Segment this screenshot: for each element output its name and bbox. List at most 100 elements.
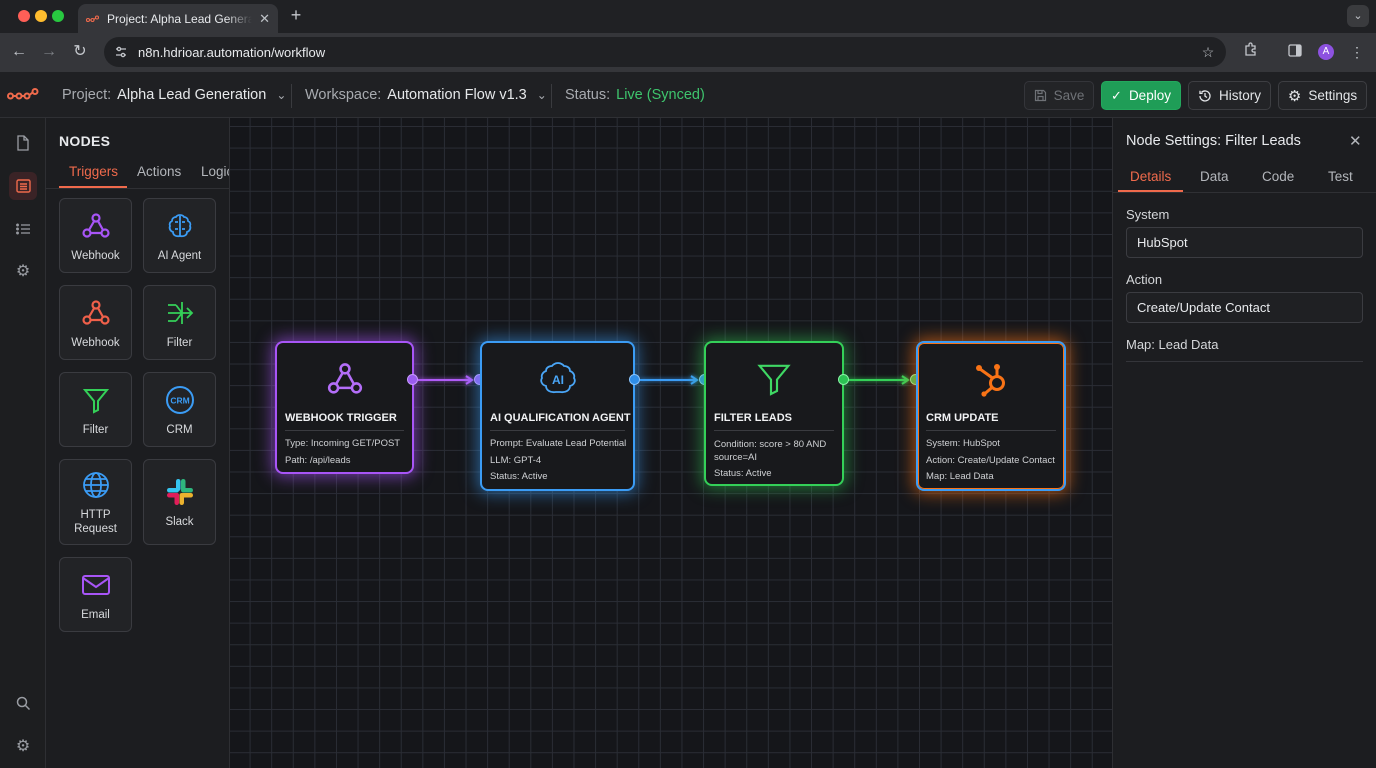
- browser-tab-bar: Project: Alpha Lead Generation ✕ + ⌄: [0, 0, 1376, 33]
- deploy-button-label: Deploy: [1128, 88, 1171, 103]
- workflow-canvas[interactable]: WEBHOOK TRIGGER Type: Incoming GET/POST …: [230, 118, 1112, 768]
- slack-icon: [166, 479, 193, 505]
- save-button[interactable]: Save: [1024, 81, 1094, 110]
- close-tab-icon[interactable]: ✕: [259, 11, 270, 27]
- new-tab-button[interactable]: +: [286, 6, 306, 26]
- browser-menu-icon[interactable]: ⋮: [1347, 42, 1367, 62]
- address-bar[interactable]: n8n.hdrioar.automation/workflow: [104, 37, 1226, 67]
- node-title: FILTER LEADS: [714, 412, 834, 431]
- node-title: AI QUALIFICATION AGENT: [490, 412, 631, 431]
- node-card-filter[interactable]: Filter: [143, 285, 216, 360]
- workspace-selector[interactable]: Workspace: Automation Flow v1.3 ⌄: [305, 72, 547, 118]
- filter-icon: [82, 388, 109, 414]
- header-divider: [291, 84, 292, 108]
- project-selector[interactable]: Project: Alpha Lead Generation ⌄: [62, 72, 286, 118]
- node-detail-line: Map: Lead Data: [926, 471, 994, 482]
- output-port[interactable]: [407, 374, 418, 385]
- maximize-window-button[interactable]: [52, 10, 64, 22]
- node-detail-line: System: HubSpot: [926, 438, 1000, 449]
- nodes-panel: NODES Triggers Actions Logic Webhook AI …: [46, 118, 230, 768]
- tab-actions[interactable]: Actions: [137, 164, 181, 179]
- header-divider: [551, 84, 552, 108]
- tab-logic[interactable]: Logic: [201, 164, 229, 179]
- list-icon[interactable]: [9, 215, 37, 243]
- url-text: n8n.hdrioar.automation/workflow: [138, 44, 326, 60]
- node-card-crm[interactable]: CRM CRM: [143, 372, 216, 447]
- workflow-node-webhook-trigger[interactable]: WEBHOOK TRIGGER Type: Incoming GET/POST …: [275, 341, 414, 474]
- minimize-window-button[interactable]: [35, 10, 47, 22]
- node-card-filter[interactable]: Filter: [59, 372, 132, 447]
- map-label: Map: Lead Data: [1126, 337, 1219, 352]
- ai-brain-icon: [168, 213, 191, 237]
- reload-button[interactable]: ↻: [68, 40, 92, 64]
- output-port[interactable]: [838, 374, 849, 385]
- workspace-name: Automation Flow v1.3: [387, 87, 527, 103]
- gear-icon[interactable]: ⚙: [9, 257, 37, 285]
- workspace-label: Workspace:: [305, 87, 382, 103]
- node-card-webhook[interactable]: Webhook: [59, 285, 132, 360]
- node-card-ai-agent[interactable]: AI Agent: [143, 198, 216, 273]
- close-window-button[interactable]: [18, 10, 30, 22]
- site-info-icon[interactable]: [114, 45, 128, 59]
- action-field[interactable]: Create/Update Contact: [1126, 292, 1363, 323]
- node-card-webhook[interactable]: Webhook: [59, 198, 132, 273]
- svg-text:CRM: CRM: [170, 395, 189, 405]
- node-detail-line: Path: /api/leads: [285, 454, 351, 466]
- settings-divider: [1126, 361, 1363, 362]
- bookmark-star-icon[interactable]: ☆: [1198, 42, 1218, 62]
- profile-avatar[interactable]: A: [1318, 44, 1334, 60]
- email-icon: [81, 574, 110, 595]
- hubspot-icon: [976, 364, 1005, 397]
- action-label: Action: [1126, 272, 1163, 287]
- gear-icon[interactable]: ⚙: [9, 732, 37, 760]
- workflow-node-ai-qualification[interactable]: AI AI QUALIFICATION AGENT Prompt: Evalua…: [480, 341, 635, 491]
- history-button[interactable]: History: [1188, 81, 1271, 110]
- project-label: Project:: [62, 87, 112, 103]
- system-label: System: [1126, 207, 1170, 222]
- node-card-label: Filter: [166, 336, 193, 349]
- tab-triggers[interactable]: Triggers: [69, 164, 118, 179]
- crm-icon: CRM: [165, 385, 194, 414]
- document-icon[interactable]: [9, 129, 37, 157]
- node-card-label: HTTP Request: [74, 509, 117, 535]
- node-card-http-request[interactable]: HTTP Request: [59, 459, 132, 545]
- settings-button[interactable]: ⚙ Settings: [1278, 81, 1367, 110]
- filter-flow-icon: [167, 301, 193, 324]
- back-button[interactable]: ←: [7, 40, 31, 64]
- tab-search-button[interactable]: ⌄: [1347, 5, 1369, 27]
- node-card-label: Webhook: [71, 249, 120, 262]
- ai-brain-icon: AI: [539, 362, 576, 394]
- status-label: Status:: [565, 87, 611, 103]
- search-icon[interactable]: [9, 689, 37, 717]
- side-panel-icon[interactable]: [1285, 42, 1305, 62]
- status-indicator: Status: Live (Synced): [565, 72, 705, 118]
- n8n-logo-icon[interactable]: [7, 88, 39, 102]
- browser-toolbar: ← → ↻ n8n.hdrioar.automation/workflow ☆ …: [0, 33, 1376, 72]
- history-icon: [1199, 89, 1211, 102]
- node-detail-line: Prompt: Evaluate Lead Potential: [490, 438, 627, 449]
- close-icon[interactable]: ✕: [1349, 132, 1362, 150]
- workflow-list-icon[interactable]: [9, 172, 37, 200]
- forward-button[interactable]: →: [37, 40, 61, 64]
- tab-test[interactable]: Test: [1328, 169, 1353, 184]
- extensions-icon[interactable]: [1240, 42, 1260, 62]
- settings-button-label: Settings: [1308, 88, 1358, 103]
- status-value: Live (Synced): [616, 87, 705, 103]
- output-port[interactable]: [629, 374, 640, 385]
- browser-tab[interactable]: Project: Alpha Lead Generation ✕: [78, 4, 278, 33]
- system-field[interactable]: HubSpot: [1126, 227, 1363, 258]
- node-card-email[interactable]: Email: [59, 557, 132, 632]
- node-detail-line: Status: Active: [490, 471, 548, 482]
- node-details: Type: Incoming GET/POST Path: /api/leads: [285, 436, 406, 469]
- deploy-button[interactable]: ✓ Deploy: [1101, 81, 1181, 110]
- tab-data[interactable]: Data: [1200, 169, 1229, 184]
- tab-code[interactable]: Code: [1262, 169, 1294, 184]
- webhook-icon: [327, 363, 362, 394]
- workflow-node-filter-leads[interactable]: FILTER LEADS Condition: score > 80 AND s…: [704, 341, 844, 486]
- tab-details[interactable]: Details: [1130, 169, 1171, 184]
- svg-text:AI: AI: [552, 373, 564, 387]
- workflow-node-crm-update[interactable]: CRM UPDATE System: HubSpot Action: Creat…: [916, 341, 1066, 491]
- node-card-label: Email: [81, 608, 110, 621]
- node-card-slack[interactable]: Slack: [143, 459, 216, 545]
- check-icon: ✓: [1111, 87, 1122, 103]
